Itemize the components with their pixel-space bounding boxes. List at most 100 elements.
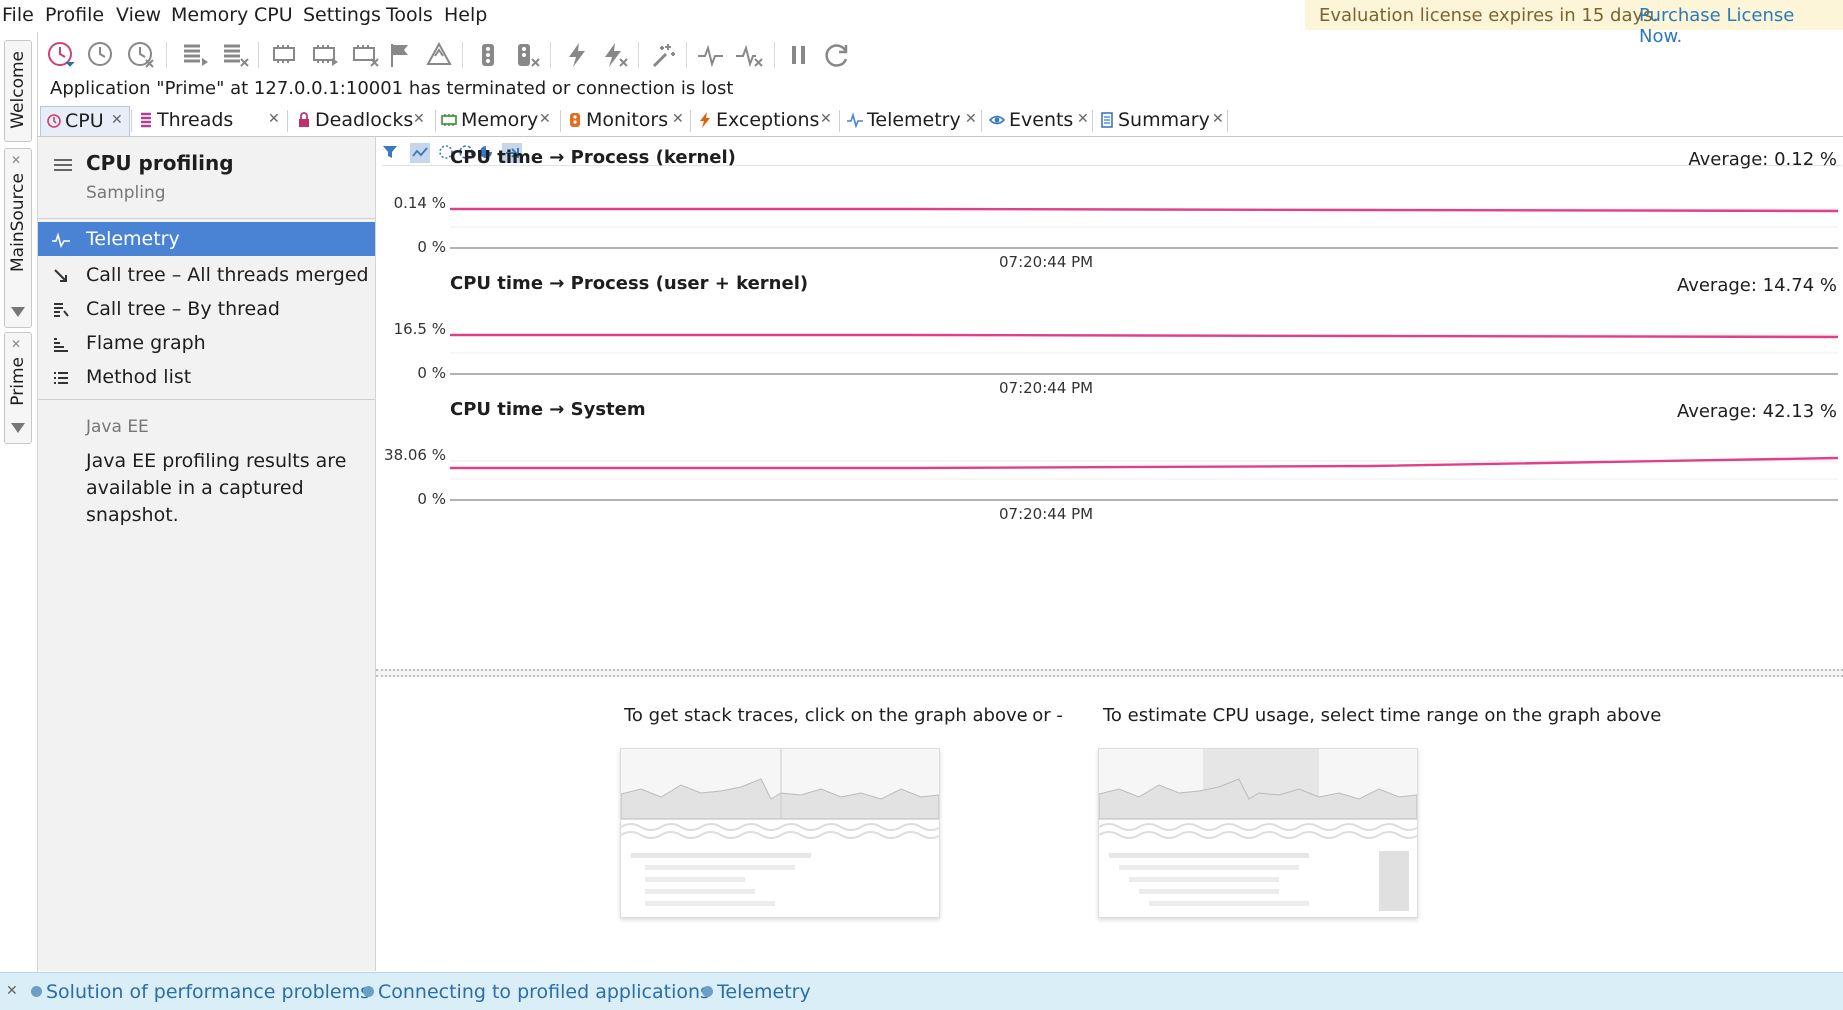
stop-cpu-profiling-icon[interactable] — [126, 40, 156, 70]
tab-separator — [981, 110, 982, 132]
close-icon[interactable]: ✕ — [6, 983, 18, 999]
nav-subtitle: Sampling — [86, 183, 166, 203]
telemetry-content: CPU time → Process (kernel) Average: 0.1… — [376, 137, 1843, 971]
side-tab-welcome[interactable]: Welcome — [4, 40, 32, 142]
tab-separator — [1092, 110, 1093, 132]
flame-graph-icon — [54, 338, 68, 352]
side-tab-mainsource[interactable]: ✕ MainSource — [4, 148, 32, 328]
triangle-down-icon — [11, 423, 25, 433]
chart-process-user-kernel[interactable] — [450, 323, 1838, 383]
close-icon[interactable]: ✕ — [539, 111, 551, 127]
chart-system[interactable] — [450, 449, 1838, 509]
nav-item-call-tree-by-thread[interactable]: Call tree – By thread — [38, 292, 375, 326]
tab-cpu[interactable]: CPU ✕ — [40, 106, 130, 136]
close-icon[interactable]: ✕ — [268, 111, 280, 127]
close-icon[interactable]: ✕ — [1212, 111, 1224, 127]
y-max-label: 38.06 % — [384, 446, 446, 464]
x-time-label: 07:20:44 PM — [999, 253, 1094, 271]
menu-view[interactable]: View — [116, 4, 161, 26]
refresh-icon[interactable] — [822, 40, 852, 70]
menu-tools[interactable]: Tools — [386, 4, 433, 26]
telemetry-stop-icon[interactable] — [734, 40, 764, 70]
nav-item-label: Method list — [86, 366, 192, 388]
monitor-profiling-stop-icon[interactable] — [512, 40, 542, 70]
memory-allocation-stop-icon[interactable] — [350, 40, 380, 70]
hint-stack-traces: To get stack traces, click on the graph … — [624, 705, 1028, 726]
tab-monitors[interactable]: Monitors ✕ — [566, 106, 688, 135]
tab-separator — [690, 110, 691, 132]
memory-allocation-start-icon[interactable] — [270, 40, 300, 70]
tab-separator — [131, 110, 132, 132]
help-link-telemetry[interactable]: Telemetry — [717, 981, 811, 1003]
nav-item-call-tree-merged[interactable]: Call tree – All threads merged — [38, 258, 375, 292]
tab-threads[interactable]: Threads ✕ — [137, 106, 285, 135]
telemetry-start-icon[interactable] — [696, 40, 726, 70]
tab-separator — [560, 110, 561, 132]
cpu-view-navigation: CPU profiling Sampling Telemetry Call tr… — [38, 137, 376, 971]
side-tab-mainsource-label: MainSource — [8, 173, 28, 272]
menu-help[interactable]: Help — [444, 4, 487, 26]
help-icon — [363, 986, 374, 997]
tab-separator — [435, 110, 436, 132]
tab-summary[interactable]: Summary ✕ — [1098, 106, 1232, 135]
java-ee-note: Java EE profiling results are available … — [86, 450, 347, 526]
triangle-down-icon — [11, 307, 25, 317]
clock-icon — [47, 114, 61, 128]
nav-section-java-ee: Java EE — [86, 417, 149, 437]
filter-icon[interactable] — [382, 144, 398, 160]
tab-deadlocks[interactable]: Deadlocks ✕ — [293, 106, 439, 135]
recycle-gc-icon[interactable] — [424, 40, 454, 70]
magic-wand-icon[interactable] — [648, 40, 678, 70]
memory-allocation-record-icon[interactable] — [310, 40, 340, 70]
close-icon[interactable]: ✕ — [413, 111, 425, 127]
exception-telemetry-start-icon[interactable] — [562, 40, 592, 70]
lightning-icon — [700, 112, 710, 128]
menu-settings[interactable]: Settings — [303, 4, 381, 26]
start-cpu-profiling-icon[interactable] — [46, 40, 76, 70]
pulse-icon — [847, 112, 863, 128]
toolbar-separator — [638, 42, 639, 68]
tab-memory[interactable]: Memory ✕ — [441, 106, 563, 135]
menu-profile[interactable]: Profile — [45, 4, 104, 26]
side-tab-prime[interactable]: ✕ Prime — [4, 332, 32, 444]
toolbar — [40, 36, 1840, 76]
menu-memory[interactable]: Memory — [171, 4, 248, 26]
tab-telemetry[interactable]: Telemetry ✕ — [845, 106, 979, 135]
tab-deadlocks-label: Deadlocks — [315, 109, 414, 131]
hint-or: - or - — [1020, 705, 1063, 726]
illustration-graph-icon — [1099, 749, 1417, 911]
monitor-icon — [570, 113, 580, 127]
flag-icon[interactable] — [386, 40, 416, 70]
line-chart-icon[interactable] — [410, 143, 430, 163]
threads-start-icon[interactable] — [180, 40, 210, 70]
monitor-profiling-start-icon[interactable] — [474, 40, 504, 70]
close-icon[interactable]: ✕ — [1077, 111, 1089, 127]
close-icon[interactable]: ✕ — [965, 111, 977, 127]
close-icon[interactable]: ✕ — [672, 111, 684, 127]
menu-cpu[interactable]: CPU — [254, 4, 293, 26]
help-link-connecting[interactable]: Connecting to profiled applications — [378, 981, 710, 1003]
cpu-tracing-icon[interactable] — [86, 40, 116, 70]
nav-item-label: Call tree – By thread — [86, 298, 280, 320]
tab-events[interactable]: Events ✕ — [987, 106, 1097, 135]
nav-item-method-list[interactable]: Method list — [38, 360, 375, 394]
tab-exceptions[interactable]: Exceptions ✕ — [696, 106, 836, 135]
pause-icon[interactable] — [784, 40, 814, 70]
tab-separator — [839, 110, 840, 132]
exception-telemetry-stop-icon[interactable] — [600, 40, 630, 70]
divider — [38, 218, 375, 219]
close-icon[interactable]: ✕ — [11, 153, 21, 167]
close-icon[interactable]: ✕ — [820, 111, 832, 127]
menu-file[interactable]: File — [2, 4, 34, 26]
pulse-icon — [52, 232, 70, 249]
hamburger-menu-icon[interactable] — [54, 159, 72, 161]
call-tree-merged-icon — [54, 269, 67, 282]
help-link-performance-problems[interactable]: Solution of performance problems — [46, 981, 370, 1003]
close-icon[interactable]: ✕ — [11, 337, 21, 351]
chart-process-kernel[interactable] — [450, 197, 1838, 257]
nav-item-flame-graph[interactable]: Flame graph — [38, 326, 375, 360]
nav-item-telemetry[interactable]: Telemetry — [38, 222, 375, 256]
close-icon[interactable]: ✕ — [111, 112, 123, 128]
pane-splitter[interactable] — [376, 669, 1843, 677]
threads-stop-icon[interactable] — [220, 40, 250, 70]
